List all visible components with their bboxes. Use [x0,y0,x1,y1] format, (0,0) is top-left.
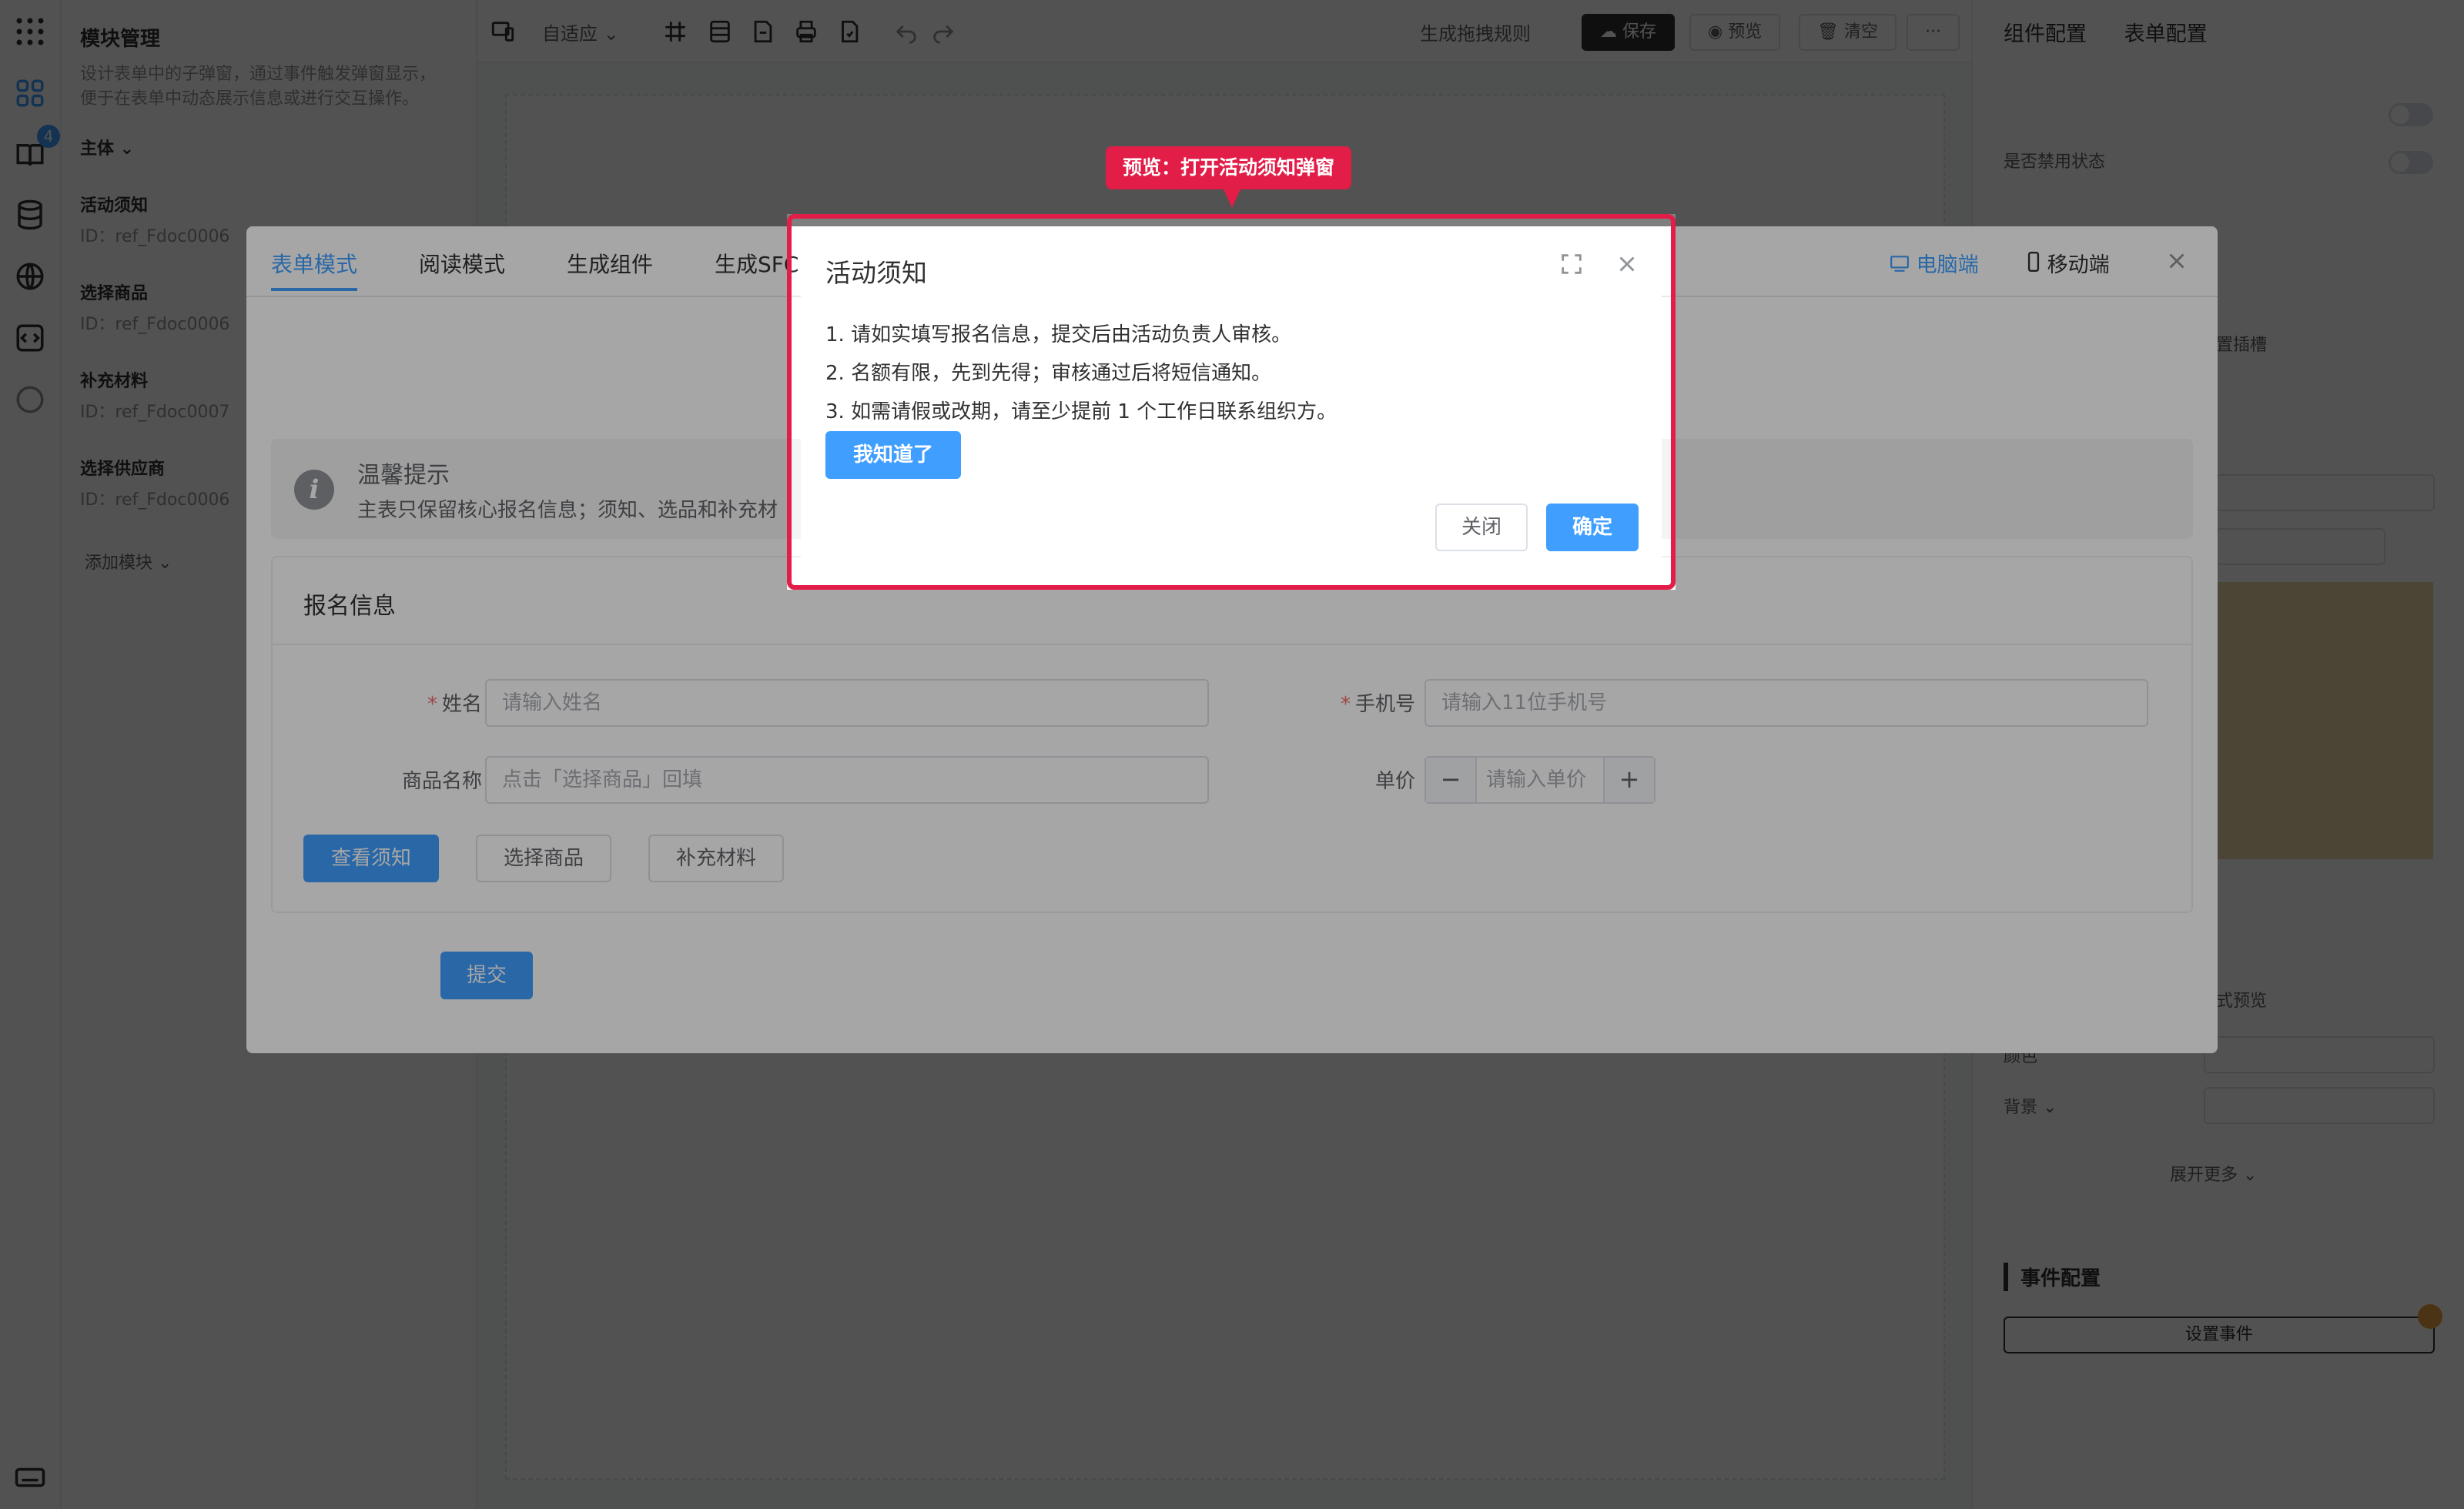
preview-callout-label: 预览：打开活动须知弹窗 [1106,146,1352,189]
confirm-button[interactable]: 确定 [1546,504,1639,551]
callout-arrow [1223,188,1241,208]
notice-line: 1. 请如实填写报名信息，提交后由活动负责人审核。 [825,323,1292,346]
close-icon[interactable] [1614,251,1640,277]
activity-notice-dialog: 活动须知 1. 请如实填写报名信息，提交后由活动负责人审核。 2. 名额有限，先… [801,228,1662,576]
notice-line: 2. 名额有限，先到先得；审核通过后将短信通知。 [825,362,1272,385]
close-button[interactable]: 关闭 [1435,504,1528,551]
acknowledge-button[interactable]: 我知道了 [825,431,961,479]
notice-dialog-title: 活动须知 [825,258,927,288]
fullscreen-icon[interactable] [1558,251,1585,277]
notice-line: 3. 如需请假或改期，请至少提前 1 个工作日联系组织方。 [825,400,1337,423]
